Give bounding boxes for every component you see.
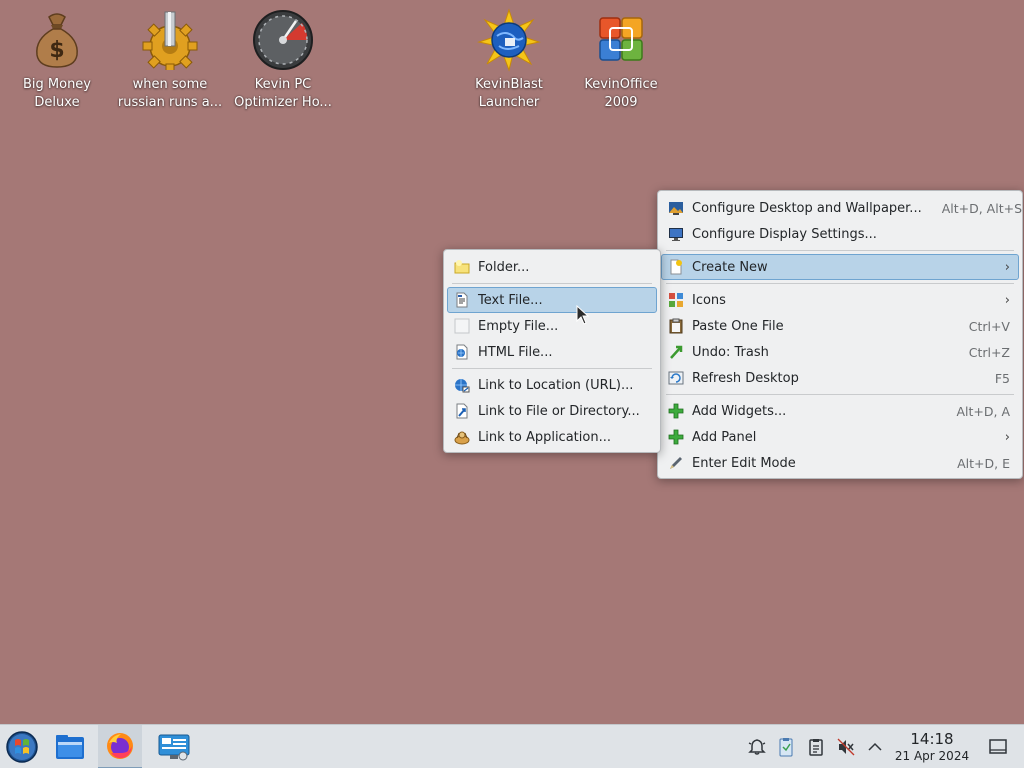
submenu-item-link-file[interactable]: Link to File or Directory... bbox=[447, 398, 657, 424]
chevron-right-icon: › bbox=[1004, 259, 1010, 275]
paste-icon bbox=[668, 318, 684, 334]
desktop-icon-label: Kevin PC Optimizer Ho... bbox=[234, 77, 332, 110]
gear-icon bbox=[138, 8, 202, 72]
desktop-icon-kevinoffice-2009[interactable]: KevinOffice 2009 bbox=[566, 8, 676, 112]
folder-icon bbox=[454, 259, 470, 275]
menu-item-edit-mode[interactable]: Enter Edit Mode Alt+D, E bbox=[661, 450, 1019, 476]
taskbar: 14:18 21 Apr 2024 bbox=[0, 724, 1024, 768]
menu-item-configure-display[interactable]: Configure Display Settings... bbox=[661, 221, 1019, 247]
desktop-icon-kevin-pc-optimizer[interactable]: Kevin PC Optimizer Ho... bbox=[228, 8, 338, 112]
menu-item-paste[interactable]: Paste One File Ctrl+V bbox=[661, 313, 1019, 339]
money-bag-icon: $ bbox=[25, 8, 89, 72]
menu-item-label: Icons bbox=[692, 292, 726, 308]
start-menu-button[interactable] bbox=[0, 725, 44, 768]
clock[interactable]: 14:18 21 Apr 2024 bbox=[892, 730, 972, 764]
undo-icon bbox=[668, 344, 684, 360]
notifications-icon[interactable] bbox=[747, 737, 767, 757]
shortcut-label: Alt+D, A bbox=[956, 403, 1010, 419]
menu-item-label: Undo: Trash bbox=[692, 344, 769, 360]
chevron-right-icon: › bbox=[1004, 292, 1010, 308]
chevron-up-icon[interactable] bbox=[865, 737, 885, 757]
file-manager-button[interactable] bbox=[48, 725, 92, 768]
system-settings-button[interactable] bbox=[152, 725, 196, 768]
menu-item-label: Empty File... bbox=[478, 318, 559, 334]
shortcut-label: Ctrl+Z bbox=[968, 344, 1010, 360]
submenu-item-link-url[interactable]: Link to Location (URL)... bbox=[447, 372, 657, 398]
menu-item-label: HTML File... bbox=[478, 344, 553, 360]
menu-separator bbox=[452, 283, 652, 284]
shortcut-label: Alt+D, Alt+S bbox=[941, 200, 1023, 216]
menu-item-label: Enter Edit Mode bbox=[692, 455, 796, 471]
submenu-item-empty-file[interactable]: Empty File... bbox=[447, 313, 657, 339]
menu-item-refresh[interactable]: Refresh Desktop F5 bbox=[661, 365, 1019, 391]
menu-item-label: Configure Display Settings... bbox=[692, 226, 877, 242]
file-link-icon bbox=[454, 403, 470, 419]
menu-item-label: Text File... bbox=[478, 292, 543, 308]
menu-item-add-panel[interactable]: Add Panel › bbox=[661, 424, 1019, 450]
desktop-icon-label: KevinBlast Launcher bbox=[475, 77, 543, 110]
text-file-icon bbox=[454, 292, 470, 308]
submenu-item-text-file[interactable]: Text File... bbox=[447, 287, 657, 313]
menu-item-label: Create New bbox=[692, 259, 768, 275]
desktop-icon-big-money-deluxe[interactable]: $ Big Money Deluxe bbox=[2, 8, 112, 112]
monitor-icon bbox=[668, 226, 684, 242]
submenu-item-link-app[interactable]: Link to Application... bbox=[447, 424, 657, 450]
menu-item-label: Folder... bbox=[478, 259, 530, 275]
gauge-icon bbox=[251, 8, 315, 72]
clock-date: 21 Apr 2024 bbox=[894, 749, 970, 763]
create-new-submenu: Folder... Text File... Empty File... HTM… bbox=[443, 249, 661, 453]
desktop-icon-russian-app[interactable]: when some russian runs a... bbox=[115, 8, 225, 112]
wallpaper-icon bbox=[668, 200, 684, 216]
menu-separator bbox=[666, 250, 1014, 251]
menu-item-label: Refresh Desktop bbox=[692, 370, 799, 386]
volume-muted-icon[interactable] bbox=[836, 737, 856, 757]
menu-item-label: Add Panel bbox=[692, 429, 757, 445]
desktop-icon-kevinblast-launcher[interactable]: KevinBlast Launcher bbox=[454, 8, 564, 112]
svg-text:$: $ bbox=[49, 38, 64, 63]
desktop-icon-label: when some russian runs a... bbox=[117, 77, 223, 110]
menu-item-label: Add Widgets... bbox=[692, 403, 787, 419]
shortcut-label: Alt+D, E bbox=[957, 455, 1010, 471]
edit-pen-icon bbox=[668, 455, 684, 471]
desktop-context-menu: Configure Desktop and Wallpaper... Alt+D… bbox=[657, 190, 1023, 479]
menu-separator bbox=[666, 283, 1014, 284]
clipboard-icon[interactable] bbox=[806, 737, 826, 757]
plus-icon bbox=[668, 403, 684, 419]
shortcut-label: Ctrl+V bbox=[968, 318, 1010, 334]
menu-item-create-new[interactable]: Create New › bbox=[661, 254, 1019, 280]
menu-item-label: Paste One File bbox=[692, 318, 784, 334]
chevron-right-icon: › bbox=[1004, 429, 1010, 445]
menu-item-label: Configure Desktop and Wallpaper... bbox=[692, 200, 922, 216]
menu-separator bbox=[666, 394, 1014, 395]
desktop-icon-label: KevinOffice 2009 bbox=[584, 77, 658, 110]
menu-item-label: Link to Location (URL)... bbox=[478, 377, 634, 393]
desktop-icon-label: Big Money Deluxe bbox=[22, 77, 91, 110]
clock-time: 14:18 bbox=[910, 730, 954, 748]
refresh-icon bbox=[668, 370, 684, 386]
new-document-icon bbox=[668, 259, 684, 275]
application-icon bbox=[454, 429, 470, 445]
mouse-cursor bbox=[576, 304, 590, 329]
firefox-button[interactable] bbox=[98, 725, 142, 768]
menu-item-icons[interactable]: Icons › bbox=[661, 287, 1019, 313]
menu-item-label: Link to File or Directory... bbox=[478, 403, 640, 419]
menu-item-label: Link to Application... bbox=[478, 429, 611, 445]
menu-item-add-widgets[interactable]: Add Widgets... Alt+D, A bbox=[661, 398, 1019, 424]
menu-separator bbox=[452, 368, 652, 369]
html-file-icon bbox=[454, 344, 470, 360]
empty-file-icon bbox=[454, 318, 470, 334]
submenu-item-html-file[interactable]: HTML File... bbox=[447, 339, 657, 365]
clipboard-app-icon[interactable] bbox=[776, 737, 796, 757]
menu-item-configure-desktop[interactable]: Configure Desktop and Wallpaper... Alt+D… bbox=[661, 195, 1023, 221]
submenu-item-folder[interactable]: Folder... bbox=[447, 254, 657, 280]
plus-icon bbox=[668, 429, 684, 445]
show-desktop-icon[interactable] bbox=[988, 737, 1008, 757]
globe-link-icon bbox=[454, 377, 470, 393]
office-logo-icon bbox=[589, 8, 653, 72]
menu-item-undo[interactable]: Undo: Trash Ctrl+Z bbox=[661, 339, 1019, 365]
shortcut-label: F5 bbox=[994, 370, 1010, 386]
icons-grid-icon bbox=[668, 292, 684, 308]
globe-star-icon bbox=[477, 8, 541, 72]
